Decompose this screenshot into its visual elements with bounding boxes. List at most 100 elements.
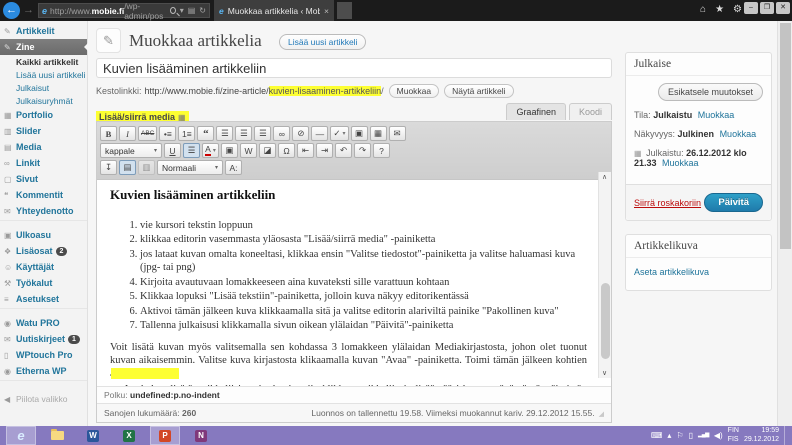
sidebar-item-media[interactable]: ▤Media [0, 139, 87, 155]
show-desktop-button[interactable] [784, 426, 787, 445]
published-edit-link[interactable]: Muokkaa [662, 158, 699, 168]
bold-button[interactable]: B [100, 126, 117, 141]
sidebar-sub-julkaisuryhmat[interactable]: Julkaisuryhmät [0, 94, 87, 107]
sidebar-item-zine[interactable]: ✎Zine [0, 39, 87, 55]
update-button[interactable]: Päivitä [704, 193, 763, 212]
kitchen-sink-button[interactable]: ▦ [370, 126, 387, 141]
scroll-up-icon[interactable]: ∧ [602, 173, 607, 181]
sidebar-item-lisaosat[interactable]: ❖Lisäosat2 [0, 243, 87, 259]
blockquote-button[interactable]: “ [197, 126, 214, 141]
collapse-menu[interactable]: ◀Piilota valikko [0, 391, 87, 407]
scrollbar-thumb[interactable] [601, 283, 610, 359]
home-icon[interactable]: ⌂ [700, 4, 706, 15]
contact-form-button[interactable]: ✉ [389, 126, 406, 141]
image-insert-button[interactable]: ↧ [100, 160, 117, 175]
preview-changes-button[interactable]: Esikatsele muutokset [658, 83, 763, 101]
permalink-slug[interactable]: kuvien-lisaaminen-artikkeliin [269, 86, 382, 96]
italic-button[interactable]: I [119, 126, 136, 141]
spellcheck-button[interactable]: ✓▾ [330, 126, 348, 141]
undo-button[interactable]: ↶ [335, 143, 352, 158]
text-color-button[interactable]: A▾ [202, 143, 219, 158]
browser-scrollbar[interactable] [777, 21, 792, 426]
unlink-button[interactable]: ⊘ [292, 126, 309, 141]
link-button[interactable]: ∞ [273, 126, 290, 141]
add-new-article-button[interactable]: Lisää uusi artikkeli [279, 34, 366, 50]
browser-scrollbar-thumb[interactable] [780, 23, 791, 249]
tab-visual[interactable]: Graafinen [506, 103, 566, 120]
post-title-input[interactable] [96, 58, 612, 78]
battery-icon[interactable]: ▯ [689, 432, 693, 440]
paste-text-button[interactable]: ▣ [221, 143, 238, 158]
remove-format-button[interactable]: ◪ [259, 143, 276, 158]
view-article-button[interactable]: Näytä artikkeli [444, 84, 513, 98]
language-indicator[interactable]: FINFIS [728, 427, 739, 445]
set-featured-image-link[interactable]: Aseta artikkelikuva [634, 265, 709, 283]
keyboard-icon[interactable]: ⌨ [651, 432, 663, 440]
sidebar-item-kommentit[interactable]: ❝Kommentit [0, 187, 87, 203]
sidebar-item-slider[interactable]: ▥Slider [0, 123, 87, 139]
window-restore-button[interactable]: ❐ [760, 2, 774, 14]
network-signal-icon[interactable]: ▂▄▆ [698, 433, 709, 439]
move-to-trash-link[interactable]: Siirrä roskakoriin [634, 198, 701, 208]
window-close-button[interactable]: ✕ [776, 2, 790, 14]
search-icon[interactable] [170, 7, 176, 14]
sidebar-item-sivut[interactable]: ▢Sivut [0, 171, 87, 187]
window-minimize-button[interactable]: – [744, 2, 758, 14]
indent-button[interactable]: ⇥ [316, 143, 333, 158]
fullscreen-button[interactable]: ▣ [351, 126, 368, 141]
sidebar-item-uutiskirjeet[interactable]: ✉Uutiskirjeet1 [0, 331, 87, 347]
featured-image-title[interactable]: Artikkelikuva [626, 235, 771, 258]
taskbar-word[interactable]: W [78, 426, 108, 445]
sidebar-item-yhteydenotto[interactable]: ✉Yhteydenotto [0, 203, 87, 219]
strikethrough-button[interactable]: ABC [138, 126, 157, 141]
new-tab-button[interactable] [337, 2, 352, 19]
browser-tab[interactable]: e Muokkaa artikkelia ‹ Mobie ... × [214, 0, 334, 21]
sidebar-item-etherna-wp[interactable]: ◉Etherna WP [0, 363, 87, 379]
publish-box-title[interactable]: Julkaise [626, 53, 771, 76]
font-size-button[interactable]: A: [225, 160, 242, 175]
redo-button[interactable]: ↷ [354, 143, 371, 158]
sidebar-item-watu-pro[interactable]: ◉Watu PRO [0, 315, 87, 331]
taskbar-ie[interactable]: e [6, 426, 36, 445]
visibility-edit-link[interactable]: Muokkaa [720, 129, 757, 139]
taskbar-explorer[interactable] [42, 426, 72, 445]
permalink-edit-button[interactable]: Muokkaa [389, 84, 440, 98]
taskbar-onenote[interactable]: N [186, 426, 216, 445]
browser-back-button[interactable]: ← [3, 2, 20, 19]
image-align-left-button[interactable]: ▤ [119, 160, 136, 175]
underline-button[interactable]: U [164, 143, 181, 158]
align-left-button[interactable]: ☰ [216, 126, 233, 141]
address-bar[interactable]: e http://www.mobie.fi/wp-admin/pos ▾ ▤ ↻ [38, 3, 210, 18]
special-char-button[interactable]: Ω [278, 143, 295, 158]
sidebar-item-portfolio[interactable]: ▦Portfolio [0, 107, 87, 123]
sidebar-item-artikkelit[interactable]: ✎Artikkelit [0, 23, 87, 39]
sidebar-item-linkit[interactable]: ∞Linkit [0, 155, 87, 171]
sidebar-item-asetukset[interactable]: ≡Asetukset [0, 291, 87, 307]
taskbar-excel[interactable]: X [114, 426, 144, 445]
editor-scrollbar[interactable]: ∧ ∨ [598, 172, 611, 378]
resize-grip-icon[interactable]: ◢ [599, 411, 604, 418]
sidebar-item-tyokalut[interactable]: ⚒Työkalut [0, 275, 87, 291]
tab-html[interactable]: Koodi [569, 103, 612, 120]
sidebar-sub-lisaa-uusi-artikkeli[interactable]: Lisää uusi artikkeli [0, 68, 87, 81]
numbered-list-button[interactable]: 1≡ [178, 126, 195, 141]
tab-close-icon[interactable]: × [324, 6, 329, 16]
editor-content[interactable]: Kuvien lisääminen artikkeliin vie kursor… [97, 180, 611, 386]
refresh-icon[interactable]: ↻ [199, 6, 206, 15]
bullet-list-button[interactable]: •≡ [159, 126, 176, 141]
compat-view-icon[interactable]: ▤ [188, 6, 196, 15]
justify-button[interactable]: ☰ [183, 143, 200, 158]
format-select[interactable]: kappale▾ [100, 143, 162, 158]
sidebar-sub-kaikki-artikkelit[interactable]: Kaikki artikkelit [0, 55, 87, 68]
sidebar-sub-julkaisut[interactable]: Julkaisut [0, 81, 87, 94]
chevron-down-icon[interactable]: ▾ [180, 6, 184, 15]
styles-select[interactable]: Normaali▾ [157, 160, 223, 175]
clock[interactable]: 19:5929.12.2012 [744, 427, 779, 445]
help-button[interactable]: ? [373, 143, 390, 158]
settings-gear-icon[interactable]: ⚙ [733, 4, 742, 15]
scroll-down-icon[interactable]: ∨ [602, 369, 607, 377]
hidden-icons-arrow[interactable]: ▴ [667, 432, 671, 440]
align-right-button[interactable]: ☰ [254, 126, 271, 141]
more-tag-button[interactable]: — [311, 126, 328, 141]
sidebar-item-ulkoasu[interactable]: ▣Ulkoasu [0, 227, 87, 243]
